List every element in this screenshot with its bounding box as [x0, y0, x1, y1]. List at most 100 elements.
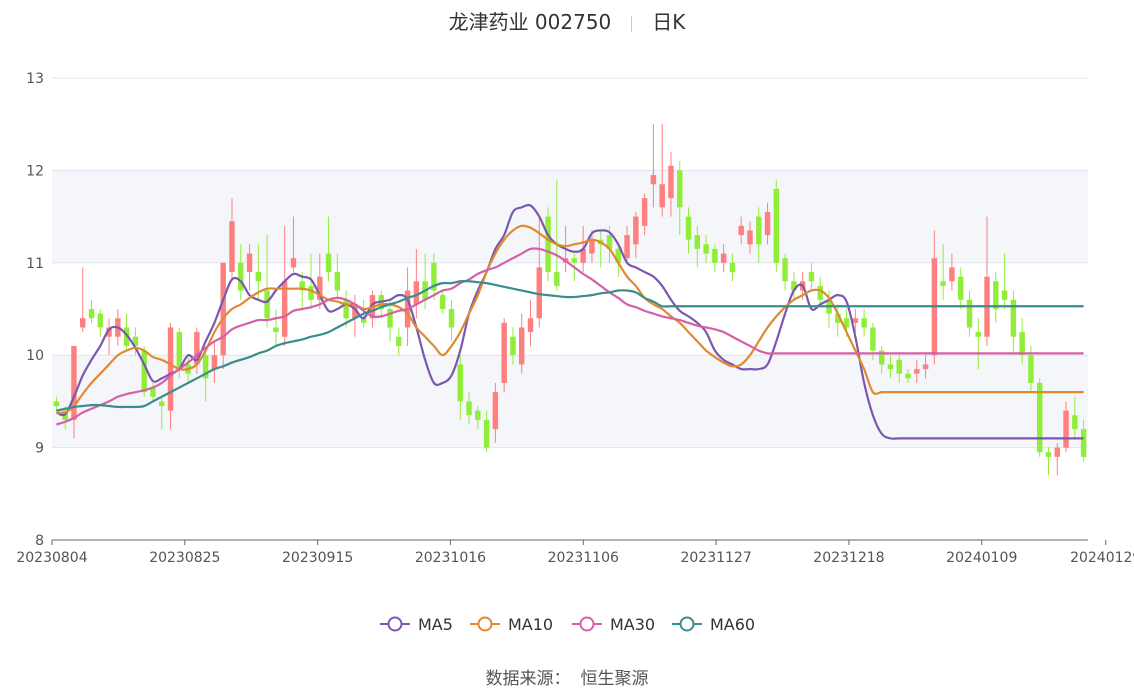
x-tick-label: 20231106: [548, 550, 619, 566]
candle-body: [1045, 452, 1052, 457]
x-tick-label: 20230915: [282, 550, 353, 566]
legend-marker-ma5: [387, 616, 403, 632]
candle-body: [905, 373, 911, 379]
candle-body: [957, 276, 964, 300]
candle-body: [966, 299, 973, 328]
candle-body: [1001, 290, 1008, 300]
candle-body: [993, 281, 999, 309]
candle-body: [624, 235, 630, 259]
candle-body: [896, 359, 902, 374]
candle-body: [238, 262, 244, 291]
x-tick-label: 20231127: [680, 550, 751, 566]
candle-body: [396, 336, 402, 346]
candle-body: [571, 258, 578, 263]
candle-body: [817, 285, 823, 300]
candle-body: [870, 327, 876, 351]
grid-band: [52, 170, 1088, 263]
candle-body: [343, 299, 349, 319]
candle-body: [475, 410, 481, 420]
candle-body: [764, 211, 771, 236]
x-tick-label: 20231218: [813, 550, 884, 566]
data-source: 数据来源： 恒生聚源: [0, 664, 1134, 689]
candle-body: [466, 401, 472, 416]
candle-body: [852, 318, 859, 323]
candle-body: [273, 327, 279, 333]
candle-body: [677, 170, 683, 208]
y-tick-label: 10: [26, 348, 44, 364]
candle-body: [413, 281, 420, 305]
candle-body: [387, 309, 393, 328]
candle-body: [308, 285, 314, 300]
y-tick-label: 12: [26, 163, 44, 179]
candle-body: [685, 216, 692, 240]
candle-body: [914, 369, 920, 374]
x-tick-label: 20230825: [149, 550, 220, 566]
source-value: 恒生聚源: [580, 669, 649, 689]
candle-body: [88, 309, 95, 319]
candle-body: [1080, 429, 1087, 457]
candle-body: [159, 401, 165, 407]
candle-body: [782, 258, 788, 282]
candle-body: [483, 419, 490, 448]
candle-body: [975, 332, 981, 337]
candle-body: [1028, 355, 1034, 383]
legend-marker-ma30: [579, 616, 595, 632]
candle-body: [518, 327, 525, 365]
candle-body: [808, 272, 815, 282]
candle-body: [80, 318, 86, 328]
candle-body: [940, 281, 946, 286]
candle-body: [176, 332, 183, 370]
candle-body: [325, 253, 332, 273]
candle-body: [650, 175, 657, 185]
legend-label-ma60: MA60: [710, 615, 755, 634]
candle-body: [659, 184, 665, 208]
candle-body: [246, 253, 253, 273]
candle-body: [694, 235, 701, 249]
candle-body: [510, 336, 516, 356]
candle-body: [773, 188, 780, 263]
candle-body: [1019, 332, 1025, 356]
candle-body: [756, 216, 762, 245]
candle-body: [554, 272, 560, 286]
candle-body: [255, 272, 262, 282]
legend-marker-ma60: [679, 616, 695, 632]
kline-chart: 8 9 10 11 12 13 20230804 20230825 20230915 202310…: [16, 71, 1134, 634]
candle-body: [334, 272, 341, 291]
candle-body: [211, 355, 218, 370]
y-tick-label: 11: [26, 256, 44, 272]
x-tick-label: 20240109: [946, 550, 1017, 566]
source-label: 数据来源：: [485, 669, 571, 689]
legend-label-ma30: MA30: [610, 615, 655, 634]
candle-body: [290, 258, 297, 268]
candle-body: [545, 216, 551, 273]
candle-body: [633, 216, 639, 245]
candle-body: [703, 244, 709, 254]
candle-body: [141, 350, 147, 393]
candle-body: [1036, 382, 1043, 453]
candle-body: [448, 309, 455, 328]
candle-body: [220, 262, 226, 356]
candle-body: [1063, 410, 1069, 448]
candle-body: [922, 364, 929, 370]
y-tick-label: 13: [26, 71, 44, 87]
candle-body: [167, 327, 174, 411]
candle-body: [949, 267, 955, 282]
candle-body: [53, 401, 60, 407]
y-tick-label: 8: [35, 533, 44, 549]
candle-body: [861, 318, 867, 328]
candle-body: [527, 318, 534, 333]
candle-body: [887, 364, 894, 370]
candle-body: [97, 313, 104, 328]
candle-body: [729, 262, 736, 273]
candle-body: [501, 322, 507, 383]
candle-body: [738, 225, 744, 236]
x-tick-label: 20231016: [415, 550, 486, 566]
candle-body: [264, 290, 270, 319]
x-tick-label: 20240129: [1070, 550, 1134, 566]
y-tick-label: 9: [35, 441, 44, 457]
candle-body: [1072, 415, 1078, 430]
legend-marker-ma10: [477, 616, 493, 632]
candle-body: [457, 364, 463, 402]
legend-label-ma10: MA10: [508, 615, 553, 634]
candle-body: [229, 221, 235, 273]
